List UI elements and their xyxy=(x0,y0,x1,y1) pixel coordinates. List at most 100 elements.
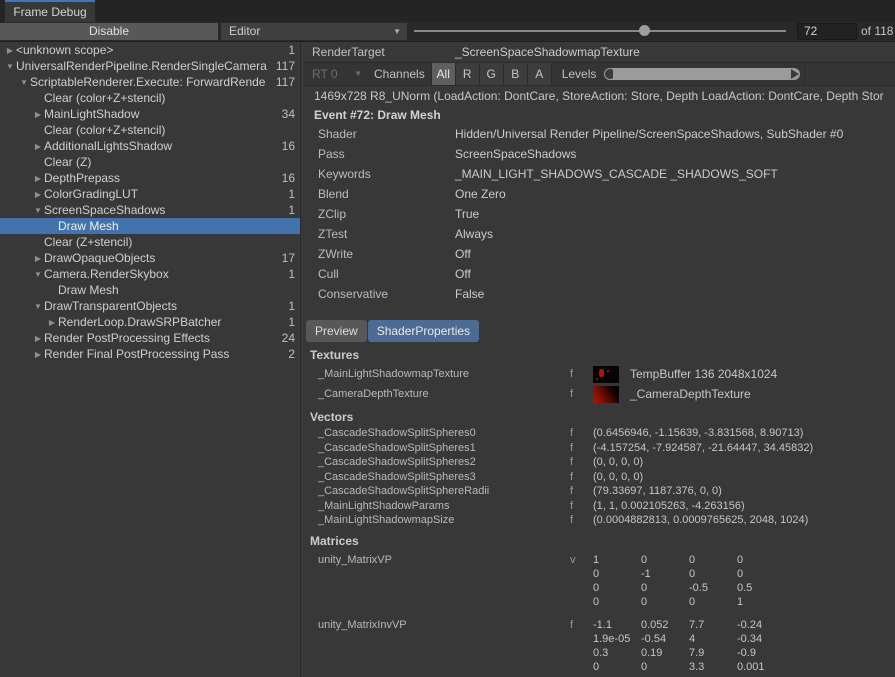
matrix-cell: 0.001 xyxy=(737,660,785,674)
levels-label: Levels xyxy=(562,67,597,81)
channel-a-button[interactable]: A xyxy=(527,63,552,85)
vector-value: (1, 1, 0.002105263, -4.263156) xyxy=(593,500,745,512)
tree-item-count: 1 xyxy=(286,315,300,329)
disable-button[interactable]: Disable xyxy=(0,23,218,40)
frame-slider-track[interactable] xyxy=(414,30,786,32)
foldout-collapsed-icon[interactable]: ▶ xyxy=(32,350,44,359)
foldout-collapsed-icon[interactable]: ▶ xyxy=(32,190,44,199)
matrix-cell: -0.54 xyxy=(641,632,689,646)
vector-name: _CascadeShadowSplitSpheres3 xyxy=(304,471,570,483)
matrix-block: unity_MatrixVP v 1000 0-100 00-0.50.5 00… xyxy=(304,553,895,609)
channel-r-button[interactable]: R xyxy=(455,63,479,85)
frame-number-input[interactable]: 72 xyxy=(797,23,857,40)
tree-item-label: AdditionalLightsShadow xyxy=(44,139,280,153)
tree-row[interactable]: ▶<unknown scope>1 xyxy=(0,42,300,58)
foldout-collapsed-icon[interactable]: ▶ xyxy=(32,254,44,263)
thumbnail-detail xyxy=(596,378,598,380)
channel-g-button[interactable]: G xyxy=(479,63,503,85)
texture-type: f xyxy=(570,368,593,380)
tree-item-count: 1 xyxy=(286,43,300,57)
foldout-collapsed-icon[interactable]: ▶ xyxy=(32,142,44,151)
vector-row: _CascadeShadowSplitSpheres1f(-4.157254, … xyxy=(304,441,895,456)
tab-preview[interactable]: Preview xyxy=(306,320,367,342)
vector-row: _MainLightShadowmapSizef(0.0004882813, 0… xyxy=(304,513,895,528)
tree-row[interactable]: ▶RenderLoop.DrawSRPBatcher1 xyxy=(0,314,300,330)
vector-name: _CascadeShadowSplitSphereRadii xyxy=(304,485,570,497)
foldout-collapsed-icon[interactable]: ▶ xyxy=(32,174,44,183)
event-tree-panel: ▶<unknown scope>1 ▼UniversalRenderPipeli… xyxy=(0,42,301,677)
thumbnail-detail xyxy=(607,370,609,372)
tab-frame-debug[interactable]: Frame Debug xyxy=(5,0,95,22)
tree-item-count: 34 xyxy=(280,107,300,121)
foldout-collapsed-icon[interactable]: ▶ xyxy=(32,110,44,119)
matrix-cell: 0.5 xyxy=(737,581,785,595)
tree-row[interactable]: ▼ScreenSpaceShadows1 xyxy=(0,202,300,218)
tree-row[interactable]: ▶Render Final PostProcessing Pass2 xyxy=(0,346,300,362)
matrix-cell: 1.9e-05 xyxy=(593,632,641,646)
channel-b-button[interactable]: B xyxy=(503,63,527,85)
matrix-type: f xyxy=(570,618,593,674)
tree-row[interactable]: Clear (color+Z+stencil) xyxy=(0,90,300,106)
tree-row[interactable]: Clear (Z+stencil) xyxy=(0,234,300,250)
tree-row[interactable]: Draw Mesh xyxy=(0,282,300,298)
tree-row[interactable]: ▶DrawOpaqueObjects17 xyxy=(0,250,300,266)
vector-name: _CascadeShadowSplitSpheres1 xyxy=(304,442,570,454)
textures-section-header: Textures xyxy=(304,347,895,364)
render-target-value: _ScreenSpaceShadowmapTexture xyxy=(455,45,640,59)
tree-row[interactable]: ▼UniversalRenderPipeline.RenderSingleCam… xyxy=(0,58,300,74)
vector-name: _MainLightShadowmapSize xyxy=(304,514,570,526)
matrix-cell: 0.052 xyxy=(641,618,689,632)
property-row: ShaderHidden/Universal Render Pipeline/S… xyxy=(304,124,895,144)
tree-item-count: 17 xyxy=(280,251,300,265)
foldout-expanded-icon[interactable]: ▼ xyxy=(18,78,30,87)
frame-total-label: of 118 xyxy=(861,23,893,40)
tree-row-selected[interactable]: Draw Mesh xyxy=(0,218,300,234)
depth-texture-thumbnail[interactable] xyxy=(593,386,619,403)
foldout-collapsed-icon[interactable]: ▶ xyxy=(32,334,44,343)
tree-row[interactable]: Clear (Z) xyxy=(0,154,300,170)
vector-type: f xyxy=(570,456,593,468)
tab-shader-properties[interactable]: ShaderProperties xyxy=(368,320,479,342)
property-label: Pass xyxy=(304,147,455,161)
property-value: Hidden/Universal Render Pipeline/ScreenS… xyxy=(455,127,843,141)
texture-type: f xyxy=(570,388,593,400)
foldout-expanded-icon[interactable]: ▼ xyxy=(32,302,44,311)
tree-row[interactable]: ▶MainLightShadow34 xyxy=(0,106,300,122)
tree-item-label: DrawTransparentObjects xyxy=(44,299,286,313)
tree-row[interactable]: ▶AdditionalLightsShadow16 xyxy=(0,138,300,154)
vector-row: _MainLightShadowParamsf(1, 1, 0.00210526… xyxy=(304,499,895,514)
tree-item-label: Render PostProcessing Effects xyxy=(44,331,280,345)
foldout-expanded-icon[interactable]: ▼ xyxy=(32,270,44,279)
tree-item-label: DepthPrepass xyxy=(44,171,280,185)
channels-label: Channels xyxy=(374,67,425,81)
foldout-expanded-icon[interactable]: ▼ xyxy=(4,62,16,71)
tree-row[interactable]: ▶ColorGradingLUT1 xyxy=(0,186,300,202)
tree-item-label: Render Final PostProcessing Pass xyxy=(44,347,286,361)
target-dropdown[interactable]: Editor ▼ xyxy=(221,23,407,40)
levels-max-handle[interactable] xyxy=(791,69,799,79)
foldout-collapsed-icon[interactable]: ▶ xyxy=(4,46,16,55)
texture-name: _CameraDepthTexture xyxy=(304,388,570,400)
foldout-expanded-icon[interactable]: ▼ xyxy=(32,206,44,215)
tree-item-count: 1 xyxy=(286,203,300,217)
rt-index-dropdown[interactable]: RT 0 ▼ xyxy=(312,63,356,85)
shadowmap-thumbnail[interactable] xyxy=(593,366,619,383)
levels-min-handle[interactable] xyxy=(605,69,613,79)
property-row: BlendOne Zero xyxy=(304,184,895,204)
tab-strip: Frame Debug xyxy=(0,0,895,22)
tree-row[interactable]: ▼DrawTransparentObjects1 xyxy=(0,298,300,314)
levels-minmax-slider[interactable] xyxy=(604,68,800,80)
foldout-collapsed-icon[interactable]: ▶ xyxy=(46,318,58,327)
vector-value: (0, 0, 0, 0) xyxy=(593,456,643,468)
tree-row[interactable]: ▼Camera.RenderSkybox1 xyxy=(0,266,300,282)
tree-item-label: <unknown scope> xyxy=(16,43,286,57)
tree-row[interactable]: ▶Render PostProcessing Effects24 xyxy=(0,330,300,346)
tree-row[interactable]: Clear (color+Z+stencil) xyxy=(0,122,300,138)
frame-slider-handle[interactable] xyxy=(639,25,650,36)
tree-row[interactable]: ▼ScriptableRenderer.Execute: ForwardRend… xyxy=(0,74,300,90)
tree-row[interactable]: ▶DepthPrepass16 xyxy=(0,170,300,186)
vector-type: f xyxy=(570,471,593,483)
event-title: Event #72: Draw Mesh xyxy=(304,107,895,124)
render-target-row: RenderTarget _ScreenSpaceShadowmapTextur… xyxy=(304,42,895,62)
channel-all-button[interactable]: All xyxy=(431,63,455,85)
